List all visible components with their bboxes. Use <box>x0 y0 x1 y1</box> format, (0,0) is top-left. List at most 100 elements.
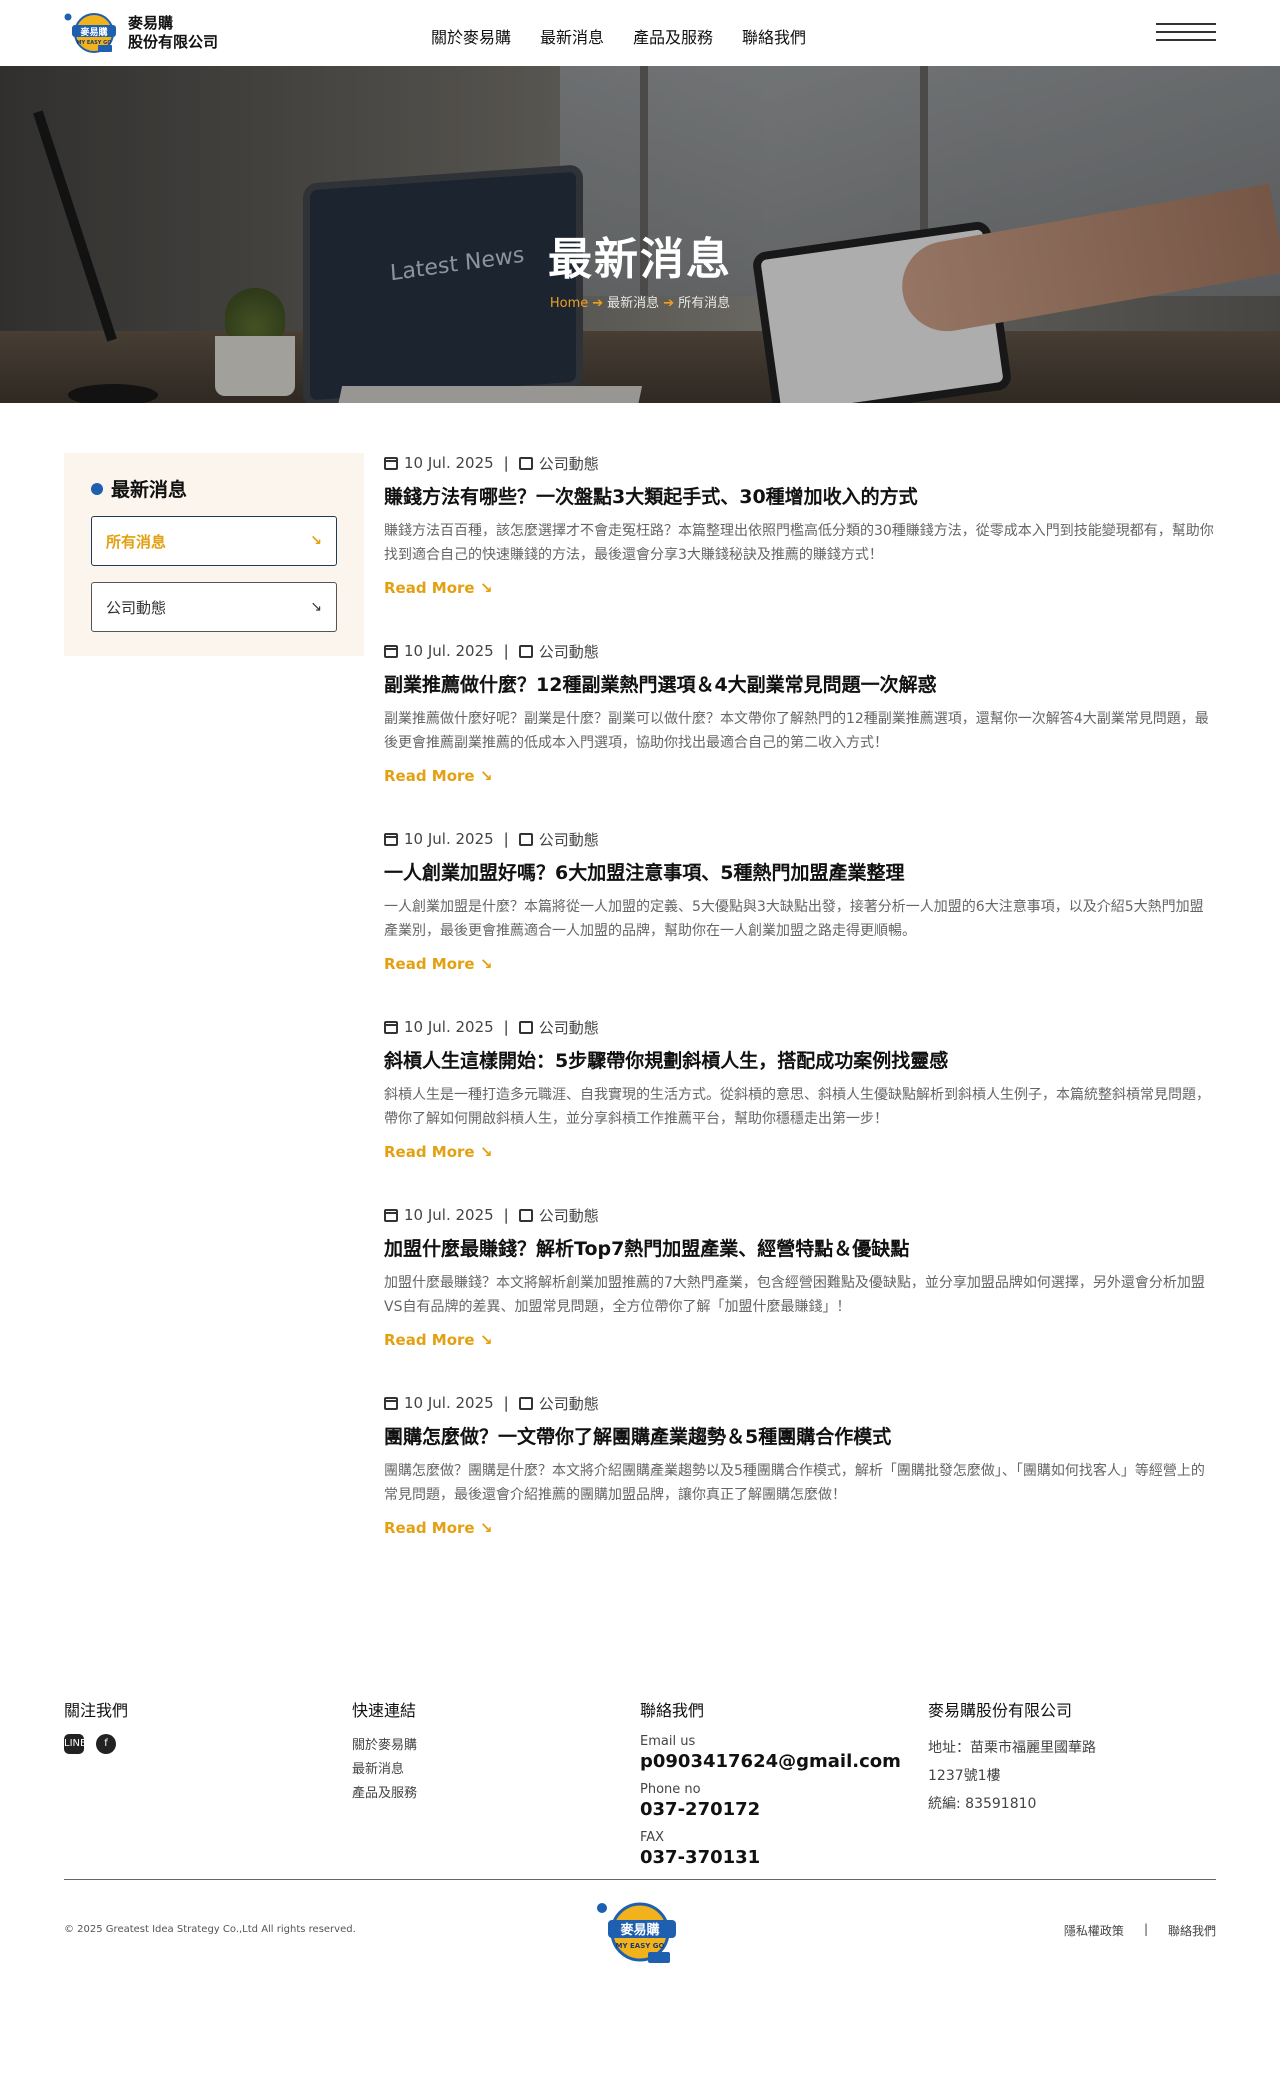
newspaper-icon <box>518 1020 533 1034</box>
post-title[interactable]: 加盟什麼最賺錢？解析Top7熱門加盟產業、經營特點＆優缺點 <box>384 1236 1215 1262</box>
svg-text:麥易購: 麥易購 <box>79 26 107 38</box>
main-nav: 關於麥易購 最新消息 產品及服務 聯絡我們 <box>431 24 806 48</box>
post-excerpt: 加盟什麼最賺錢？本文將解析創業加盟推薦的7大熱門產業，包含經營困難點及優缺點，並… <box>384 1275 1205 1315</box>
svg-text:麥易購: 麥易購 <box>619 1922 659 1938</box>
nav-contact[interactable]: 聯絡我們 <box>742 24 806 48</box>
calendar-icon <box>384 1396 398 1410</box>
footer-contact: 聯絡我們 Email us p0903417624@gmail.com Phon… <box>640 1697 928 1868</box>
footer-quick-title: 快速連結 <box>352 1701 417 1720</box>
footer-link-about[interactable]: 關於麥易購 <box>352 1734 640 1758</box>
address-line1: 地址：苗栗市福麗里國華路 <box>928 1740 1096 1756</box>
post-excerpt: 斜槓人生是一種打造多元職涯、自我實現的生活方式。從斜槓的意思、斜槓人生優缺點解析… <box>384 1087 1210 1127</box>
breadcrumb-arrow-icon: ➔ <box>592 296 604 311</box>
fax-label: FAX <box>640 1830 665 1845</box>
footer-follow-title: 關注我們 <box>64 1701 129 1720</box>
calendar-icon <box>384 832 398 846</box>
phone-label: Phone no <box>640 1782 701 1797</box>
post-meta: 10 Jul. 2025 | 公司動態 <box>384 641 1215 661</box>
post-category[interactable]: 公司動態 <box>539 453 599 474</box>
post-date: 10 Jul. 2025 <box>404 1018 494 1036</box>
calendar-icon <box>384 456 398 470</box>
footer-link-products[interactable]: 產品及服務 <box>352 1782 640 1806</box>
read-more-link[interactable]: Read More ↘ <box>384 1143 492 1161</box>
logo-line2: 股份有限公司 <box>128 33 219 51</box>
sidebar-title: 最新消息 <box>91 475 337 502</box>
footer-contact-title: 聯絡我們 <box>640 1701 705 1720</box>
logo[interactable]: 麥易購 MY EASY GO 麥易購 股份有限公司 <box>64 11 464 55</box>
hero-banner: Latest News 最新消息 Home ➔ 最新消息 ➔ 所有消息 <box>0 66 1280 403</box>
sidebar-item-company-news[interactable]: 公司動態 ↘ <box>91 582 337 632</box>
line-icon[interactable]: LINE <box>64 1734 86 1754</box>
nav-products[interactable]: 產品及服務 <box>633 24 713 48</box>
privacy-link[interactable]: 隱私權政策 <box>1064 1922 1124 1939</box>
post-date: 10 Jul. 2025 <box>404 642 494 660</box>
arrow-down-right-icon: ↘ <box>310 599 322 615</box>
logo-text: 麥易購 股份有限公司 <box>128 14 218 52</box>
post-item: 10 Jul. 2025 | 公司動態 加盟什麼最賺錢？解析Top7熱門加盟產業… <box>384 1205 1215 1349</box>
logo-badge-icon: 麥易購 MY EASY GO <box>64 13 116 53</box>
site-footer: 關注我們 LINE f 快速連結 關於麥易購 最新消息 產品及服務 聯絡我們 E… <box>0 1581 1280 1980</box>
arrow-down-right-icon: ↘ <box>310 533 322 549</box>
post-date: 10 Jul. 2025 <box>404 830 494 848</box>
bullet-dot-icon <box>91 482 103 495</box>
fax-value: 037-370131 <box>640 1847 761 1868</box>
footer-columns: 關注我們 LINE f 快速連結 關於麥易購 最新消息 產品及服務 聯絡我們 E… <box>0 1581 1280 1868</box>
post-meta: 10 Jul. 2025 | 公司動態 <box>384 1017 1215 1037</box>
calendar-icon <box>384 1208 398 1222</box>
post-category[interactable]: 公司動態 <box>539 829 599 850</box>
email-value[interactable]: p0903417624@gmail.com <box>640 1751 928 1772</box>
logo-line1: 麥易購 <box>128 14 174 32</box>
read-more-link[interactable]: Read More ↘ <box>384 1331 492 1349</box>
post-title[interactable]: 賺錢方法有哪些？一次盤點3大類起手式、30種增加收入的方式 <box>384 484 1215 510</box>
post-date: 10 Jul. 2025 <box>404 1394 494 1412</box>
svg-text:MY EASY GO: MY EASY GO <box>616 1942 665 1950</box>
social-links: LINE f <box>64 1734 352 1754</box>
newspaper-icon <box>518 1208 533 1222</box>
post-category[interactable]: 公司動態 <box>539 641 599 662</box>
phone-value[interactable]: 037-270172 <box>640 1799 928 1820</box>
read-more-link[interactable]: Read More ↘ <box>384 955 492 973</box>
read-more-link[interactable]: Read More ↘ <box>384 1519 492 1537</box>
footer-company-title: 麥易購股份有限公司 <box>928 1701 1073 1720</box>
post-category[interactable]: 公司動態 <box>539 1017 599 1038</box>
post-meta: 10 Jul. 2025 | 公司動態 <box>384 1205 1215 1225</box>
post-title[interactable]: 團購怎麼做？一文帶你了解團購產業趨勢＆5種團購合作模式 <box>384 1424 1215 1450</box>
post-excerpt: 一人創業加盟是什麼？本篇將從一人加盟的定義、5大優點與3大缺點出發，接著分析一人… <box>384 899 1204 939</box>
main-content: 最新消息 所有消息 ↘ 公司動態 ↘ 10 Jul. 2025 | 公司動態 賺… <box>0 403 1280 1581</box>
newspaper-icon <box>518 644 533 658</box>
contact-link[interactable]: 聯絡我們 <box>1168 1922 1216 1939</box>
breadcrumb-current: 所有消息 <box>678 296 731 311</box>
post-title[interactable]: 副業推薦做什麼？12種副業熱門選項＆4大副業常見問題一次解惑 <box>384 672 1215 698</box>
newspaper-icon <box>518 456 533 470</box>
read-more-link[interactable]: Read More ↘ <box>384 767 492 785</box>
post-item: 10 Jul. 2025 | 公司動態 賺錢方法有哪些？一次盤點3大類起手式、3… <box>384 453 1215 597</box>
sidebar-item-all-news[interactable]: 所有消息 ↘ <box>91 516 337 566</box>
calendar-icon <box>384 644 398 658</box>
calendar-icon <box>384 1020 398 1034</box>
nav-news[interactable]: 最新消息 <box>540 24 604 48</box>
nav-about[interactable]: 關於麥易購 <box>431 24 511 48</box>
post-excerpt: 副業推薦做什麼好呢？副業是什麼？副業可以做什麼？本文帶你了解熱門的12種副業推薦… <box>384 711 1209 751</box>
post-category[interactable]: 公司動態 <box>539 1205 599 1226</box>
post-category[interactable]: 公司動態 <box>539 1393 599 1414</box>
copyright: © 2025 Greatest Idea Strategy Co.,Ltd Al… <box>64 1924 356 1935</box>
post-title[interactable]: 一人創業加盟好嗎？6大加盟注意事項、5種熱門加盟產業整理 <box>384 860 1215 886</box>
footer-link-news[interactable]: 最新消息 <box>352 1758 640 1782</box>
post-meta: 10 Jul. 2025 | 公司動態 <box>384 829 1215 849</box>
post-title[interactable]: 斜槓人生這樣開始：5步驟帶你規劃斜槓人生，搭配成功案例找靈感 <box>384 1048 1215 1074</box>
breadcrumb-news[interactable]: 最新消息 <box>607 296 659 311</box>
breadcrumb-arrow-icon: ➔ <box>663 296 675 311</box>
tax-id: 統編: 83591810 <box>928 1796 1037 1812</box>
post-item: 10 Jul. 2025 | 公司動態 斜槓人生這樣開始：5步驟帶你規劃斜槓人生… <box>384 1017 1215 1161</box>
footer-company: 麥易購股份有限公司 地址：苗栗市福麗里國華路 1237號1樓 統編: 83591… <box>928 1697 1216 1831</box>
category-sidebar: 最新消息 所有消息 ↘ 公司動態 ↘ <box>64 453 364 656</box>
breadcrumb-home[interactable]: Home <box>550 296 588 311</box>
post-excerpt: 團購怎麼做？團購是什麼？本文將介紹團購產業趨勢以及5種團購合作模式，解析「團購批… <box>384 1463 1205 1503</box>
read-more-link[interactable]: Read More ↘ <box>384 579 492 597</box>
menu-icon[interactable] <box>1156 23 1216 41</box>
post-meta: 10 Jul. 2025 | 公司動態 <box>384 453 1215 473</box>
footer-logo-icon[interactable]: 麥易購 MY EASY GO <box>596 1898 684 1968</box>
newspaper-icon <box>518 832 533 846</box>
facebook-icon[interactable]: f <box>96 1734 116 1754</box>
page-title: 最新消息 <box>548 234 732 285</box>
